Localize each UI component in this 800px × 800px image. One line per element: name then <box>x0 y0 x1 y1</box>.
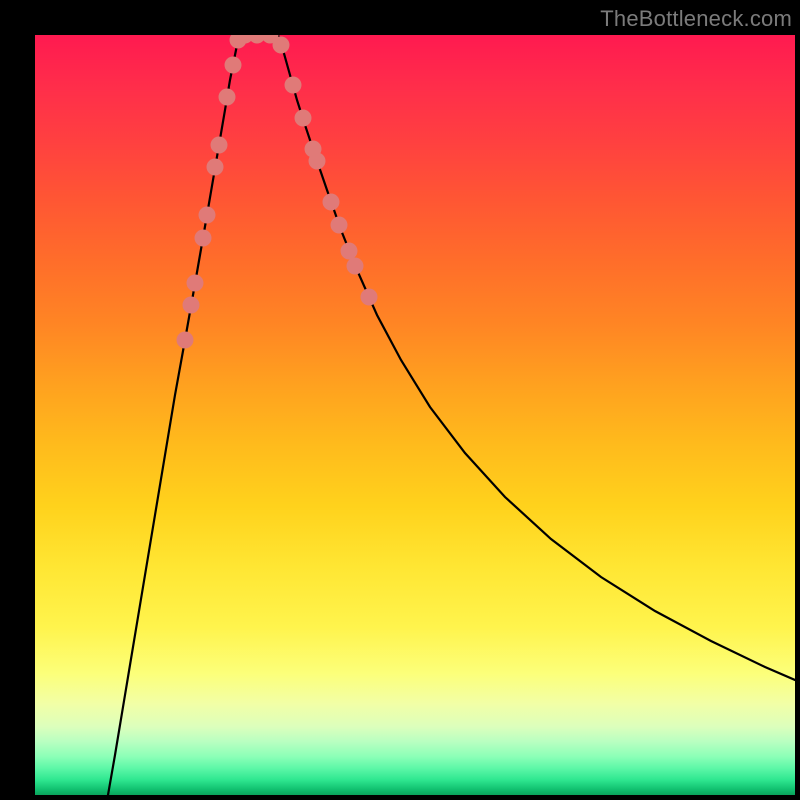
data-dot <box>177 332 194 349</box>
data-dot <box>361 289 378 306</box>
data-dot <box>225 57 242 74</box>
chart-frame: TheBottleneck.com <box>0 0 800 800</box>
plot-area <box>35 35 795 795</box>
data-dot <box>273 37 290 54</box>
data-dot <box>195 230 212 247</box>
data-dot <box>219 89 236 106</box>
data-dot <box>187 275 204 292</box>
curve-svg <box>35 35 795 795</box>
data-dot <box>347 258 364 275</box>
data-dot <box>341 243 358 260</box>
watermark-label: TheBottleneck.com <box>600 6 792 32</box>
data-dot <box>285 77 302 94</box>
data-dot <box>309 153 326 170</box>
data-dot <box>207 159 224 176</box>
data-dot <box>199 207 216 224</box>
data-dot <box>323 194 340 211</box>
data-dot <box>211 137 228 154</box>
data-dot <box>183 297 200 314</box>
data-dot <box>331 217 348 234</box>
bottleneck-curve <box>108 35 795 795</box>
data-dots <box>177 35 378 349</box>
data-dot <box>295 110 312 127</box>
